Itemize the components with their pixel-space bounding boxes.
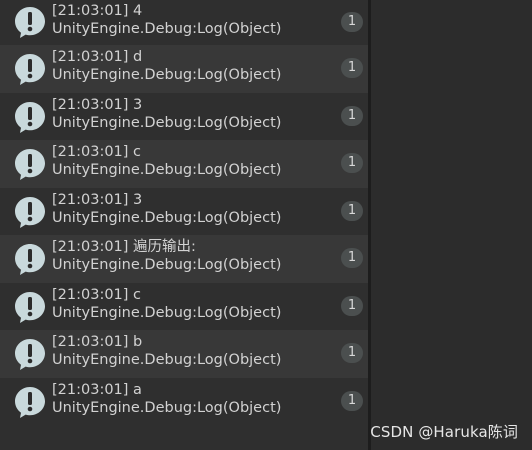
log-message: [21:03:01] 4 UnityEngine.Debug:Log(Objec… [52,2,281,38]
log-message-stack: UnityEngine.Debug:Log(Object) [52,209,282,226]
console-detail-panel [371,0,532,450]
info-message-icon [15,291,45,323]
log-entry[interactable]: [21:03:01] 4 UnityEngine.Debug:Log(Objec… [0,0,368,45]
info-message-icon [15,7,45,38]
log-message-line1: [21:03:01] 4 [52,3,143,19]
collapse-count-badge: 1 [341,390,363,411]
info-message-icon [15,339,45,370]
log-message-line1: [21:03:01] d [52,49,143,65]
log-message-stack: UnityEngine.Debug:Log(Object) [52,399,282,416]
log-message-line1: [21:03:01] a [52,381,142,398]
info-message-icon [15,149,45,180]
log-message: [21:03:01] d UnityEngine.Debug:Log(Objec… [52,48,281,84]
info-message-icon [15,54,45,85]
info-message-icon [15,101,45,133]
log-message-line1: [21:03:01] c [52,286,142,303]
collapse-count-badge: 1 [341,295,363,316]
console-log-list[interactable]: [21:03:01] 4 UnityEngine.Debug:Log(Objec… [0,0,368,450]
watermark-text: CSDN @Haruka陈词 [370,423,518,441]
log-entry[interactable]: [21:03:01] 遍历输出: UnityEngine.Debug:Log(O… [0,235,368,283]
unity-console: [21:03:01] 4 UnityEngine.Debug:Log(Objec… [0,0,532,450]
log-message: [21:03:01] b UnityEngine.Debug:Log(Objec… [52,333,281,369]
collapse-count-badge: 1 [341,12,363,32]
log-message-line1: [21:03:01] 遍历输出: [52,239,196,255]
collapse-count-badge: 1 [341,343,363,363]
info-message-icon [15,386,45,418]
log-entry[interactable]: [21:03:01] 3 UnityEngine.Debug:Log(Objec… [0,92,368,140]
log-entry[interactable]: [21:03:01] d UnityEngine.Debug:Log(Objec… [0,45,368,93]
log-entry[interactable]: [21:03:01] 3 UnityEngine.Debug:Log(Objec… [0,187,368,235]
log-message: [21:03:01] c UnityEngine.Debug:Log(Objec… [52,286,281,322]
collapse-count-badge: 1 [341,153,363,173]
log-message: [21:03:01] 3 UnityEngine.Debug:Log(Objec… [52,191,281,227]
log-entry[interactable]: [21:03:01] c UnityEngine.Debug:Log(Objec… [0,140,368,188]
log-message-line1: [21:03:01] c [52,144,142,160]
log-message-line1: [21:03:01] 3 [52,191,143,208]
info-message-icon [15,244,45,275]
log-message-stack: UnityEngine.Debug:Log(Object) [52,114,282,131]
collapse-count-badge: 1 [341,105,363,126]
log-message-stack: UnityEngine.Debug:Log(Object) [52,21,282,37]
log-message: [21:03:01] 遍历输出: UnityEngine.Debug:Log(O… [52,238,281,274]
log-rows: [21:03:01] 4 UnityEngine.Debug:Log(Objec… [0,0,368,425]
log-message-stack: UnityEngine.Debug:Log(Object) [52,304,282,321]
log-message-stack: UnityEngine.Debug:Log(Object) [52,162,282,178]
log-message-stack: UnityEngine.Debug:Log(Object) [52,257,282,273]
log-message-stack: UnityEngine.Debug:Log(Object) [52,352,282,368]
log-entry[interactable]: [21:03:01] a UnityEngine.Debug:Log(Objec… [0,377,368,425]
log-list-empty-area [0,425,368,450]
info-message-icon [15,196,45,228]
collapse-count-badge: 1 [341,248,363,268]
log-message: [21:03:01] 3 UnityEngine.Debug:Log(Objec… [52,96,281,132]
log-message: [21:03:01] c UnityEngine.Debug:Log(Objec… [52,143,281,179]
collapse-count-badge: 1 [341,58,363,78]
log-message-stack: UnityEngine.Debug:Log(Object) [52,67,282,83]
log-message-line1: [21:03:01] 3 [52,96,143,113]
log-entry[interactable]: [21:03:01] c UnityEngine.Debug:Log(Objec… [0,282,368,330]
log-message-line1: [21:03:01] b [52,334,143,350]
log-entry[interactable]: [21:03:01] b UnityEngine.Debug:Log(Objec… [0,330,368,378]
log-message: [21:03:01] a UnityEngine.Debug:Log(Objec… [52,381,281,417]
collapse-count-badge: 1 [341,200,363,221]
